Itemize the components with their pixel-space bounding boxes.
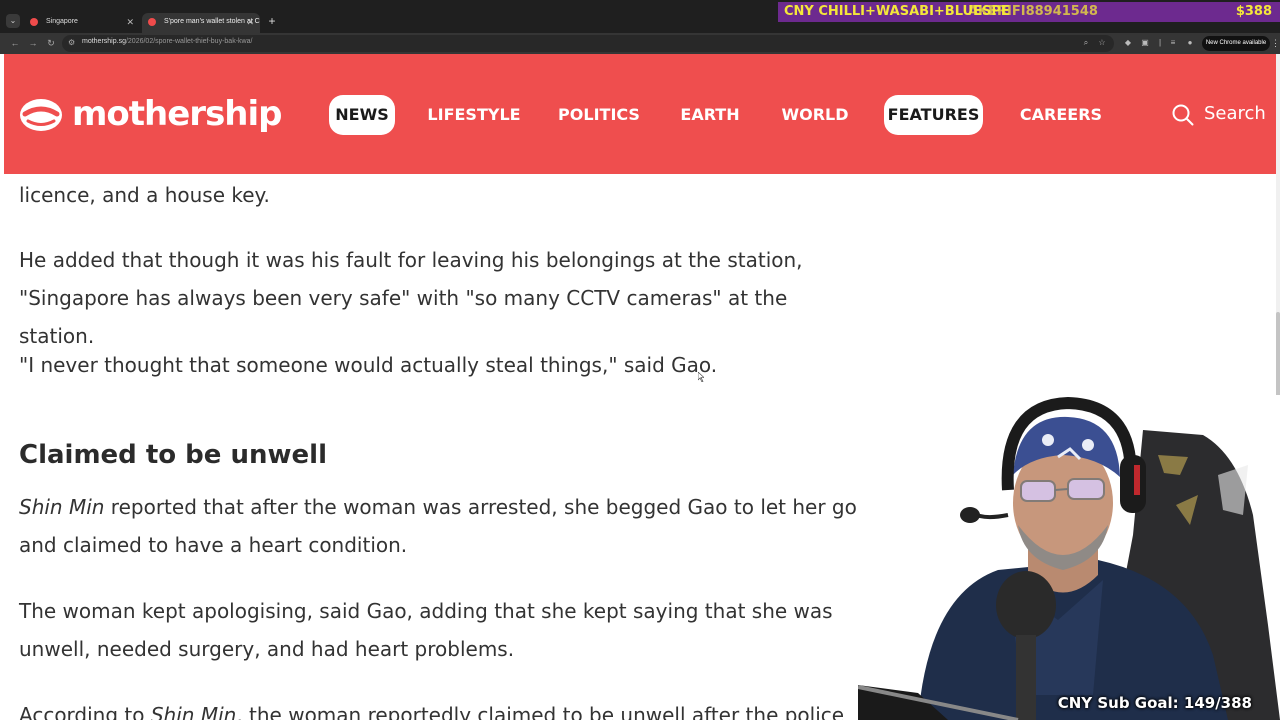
- paragraph: He added that though it was his fault fo…: [19, 241, 859, 355]
- paragraph: Shin Min reported that after the woman w…: [19, 488, 857, 564]
- site-info-icon[interactable]: ⚙: [68, 38, 78, 48]
- chrome-update-button[interactable]: New Chrome available: [1202, 36, 1270, 51]
- ticker-amount: $388: [1235, 4, 1272, 19]
- nav-earth[interactable]: EARTH: [675, 95, 745, 135]
- paragraph-line: unwell, needed surgery, and had heart pr…: [19, 637, 515, 661]
- tab-title: Singapore: [46, 18, 78, 25]
- nav-world[interactable]: WORLD: [775, 95, 855, 135]
- reload-icon[interactable]: ↻: [45, 37, 57, 49]
- search-icon: [1172, 104, 1194, 126]
- search-label: Search: [1204, 103, 1266, 124]
- source-name: Shin Min: [19, 495, 105, 519]
- tab-title: S'pore man's wallet stolen at C: [164, 18, 260, 25]
- extensions-puzzle-icon[interactable]: ▣: [1140, 38, 1150, 48]
- extension-icon[interactable]: ◆: [1123, 38, 1133, 48]
- nav-features[interactable]: FEATURES: [884, 95, 983, 135]
- tab-favicon-icon: [148, 18, 156, 26]
- paragraph: The woman kept apologising, said Gao, ad…: [19, 592, 833, 668]
- paragraph: "I never thought that someone would actu…: [19, 353, 718, 377]
- paragraph-line: and claimed to have a heart condition.: [19, 533, 408, 557]
- paragraph: licence, and a house key.: [19, 183, 270, 207]
- paragraph-line: He added that though it was his fault fo…: [19, 248, 803, 272]
- more-menu-icon[interactable]: ⋮: [1271, 36, 1280, 51]
- tab-search-icon[interactable]: ⌄: [6, 14, 20, 28]
- streamer-portrait: [858, 395, 1280, 720]
- mouse-cursor-icon: [698, 372, 704, 382]
- logo-wordmark: mothership: [72, 94, 283, 134]
- site-header: mothership NEWS LIFESTYLE POLITICS EARTH…: [4, 54, 1276, 174]
- streamer-webcam: CNY Sub Goal: 149/388: [858, 395, 1280, 720]
- browser-tab-article[interactable]: S'pore man's wallet stolen at C ✕: [142, 13, 260, 33]
- tab-close-icon[interactable]: ✕: [126, 13, 134, 31]
- ticker-text-overlap: AKERIFI88941548: [968, 4, 1098, 19]
- browser-toolbar: ← → ↻ ⚙ mothership.sg/2026/02/spore-wall…: [0, 33, 1280, 54]
- nav-lifestyle[interactable]: LIFESTYLE: [423, 95, 525, 135]
- nav-politics[interactable]: POLITICS: [553, 95, 645, 135]
- mothership-logo-icon: [20, 99, 62, 131]
- tab-favicon-icon: [30, 18, 38, 26]
- paragraph-line: Shin Min reported that after the woman w…: [19, 495, 857, 519]
- url-text[interactable]: mothership.sg/2026/02/spore-wallet-thief…: [82, 38, 252, 45]
- scrollbar-thumb[interactable]: [1276, 312, 1280, 404]
- paragraph-line: "Singapore has always been very safe" wi…: [19, 286, 788, 348]
- stream-ticker-banner: CNY CHILLI+WASABI+BLUESPE AKERIFI8894154…: [778, 2, 1280, 22]
- back-arrow-icon[interactable]: ←: [9, 37, 21, 49]
- nav-careers[interactable]: CAREERS: [1010, 95, 1112, 135]
- forward-arrow-icon[interactable]: →: [27, 37, 39, 49]
- zoom-icon[interactable]: ⌕: [1081, 38, 1091, 48]
- browser-tab-singapore[interactable]: Singapore ✕: [24, 13, 140, 33]
- divider-icon: |: [1158, 38, 1162, 47]
- media-icon[interactable]: ≡: [1168, 38, 1178, 48]
- section-heading: Claimed to be unwell: [19, 440, 327, 470]
- bookmark-star-icon[interactable]: ☆: [1097, 38, 1107, 48]
- nav-news[interactable]: NEWS: [329, 95, 395, 135]
- profile-avatar-icon[interactable]: ●: [1185, 38, 1195, 48]
- paragraph-line: The woman kept apologising, said Gao, ad…: [19, 599, 833, 623]
- tab-close-icon[interactable]: ✕: [246, 13, 254, 31]
- address-bar[interactable]: ⚙ mothership.sg/2026/02/spore-wallet-thi…: [62, 35, 1114, 52]
- paragraph: According to Shin Min, the woman reporte…: [19, 696, 844, 720]
- source-name: Shin Min: [150, 703, 237, 720]
- sub-goal-counter: CNY Sub Goal: 149/388: [1057, 694, 1252, 712]
- new-tab-plus-icon[interactable]: +: [264, 13, 280, 29]
